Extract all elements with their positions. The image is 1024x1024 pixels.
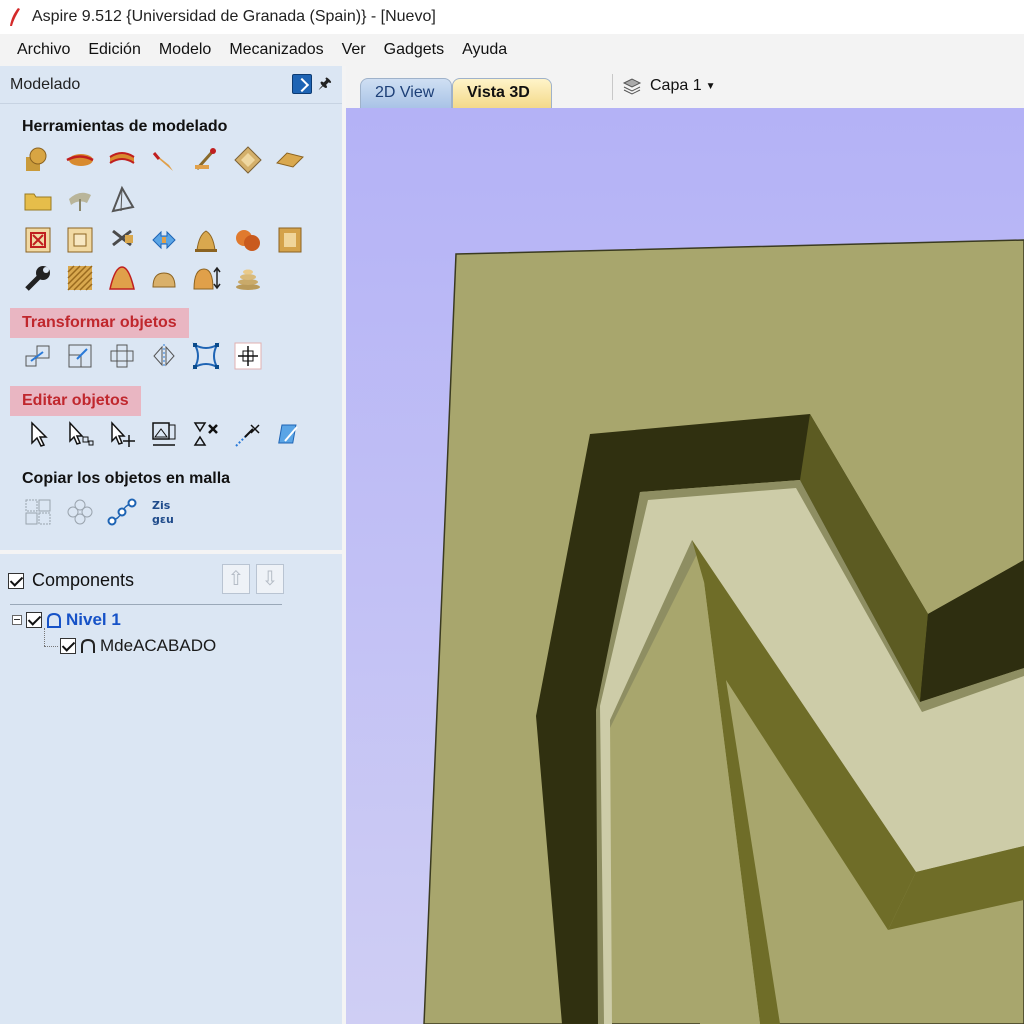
modeling-tools-heading: Herramientas de modelado: [22, 118, 228, 135]
clip-icon[interactable]: [148, 418, 180, 450]
dome-height-icon[interactable]: [190, 262, 222, 294]
panel-divider: [0, 550, 342, 554]
level-arch-icon: [47, 612, 61, 628]
components-visibility-checkbox[interactable]: [8, 572, 24, 589]
level-checkbox[interactable]: [26, 612, 42, 628]
node-edit-icon[interactable]: [64, 418, 96, 450]
component-checkbox[interactable]: [60, 638, 76, 654]
menu-ayuda[interactable]: Ayuda: [453, 37, 516, 63]
modeling-tools-row-4: [22, 262, 264, 294]
components-title: Components: [32, 570, 135, 590]
create-shape-icon[interactable]: [64, 184, 96, 216]
view-tab-bar: 2D View Vista 3D Capa 1 ▼: [346, 66, 1024, 108]
modeling-tools-row-2: [22, 184, 138, 216]
rotate-icon[interactable]: [106, 340, 138, 372]
modeling-panel: Modelado 🖈 Herramientas de modelado Tran…: [0, 66, 346, 1024]
modeling-tools-row-3: [22, 224, 306, 256]
dome-icon[interactable]: [106, 262, 138, 294]
tree-node-level[interactable]: Nivel 1: [12, 610, 121, 630]
layer-label: Capa 1: [650, 77, 702, 94]
menu-gadgets[interactable]: Gadgets: [375, 37, 453, 63]
flat-plane-icon[interactable]: [274, 144, 306, 176]
tree-connector-h: [44, 646, 58, 647]
tree-connector: [44, 628, 45, 646]
array-copy-heading: Copiar los objetos en malla: [22, 470, 231, 487]
dock-panel-icon[interactable]: [292, 74, 312, 94]
weave-icon[interactable]: [232, 144, 264, 176]
tab-2d-view[interactable]: 2D View: [360, 78, 452, 108]
mirror-icon[interactable]: [148, 224, 180, 256]
tree-node-component[interactable]: MdeACABADO: [60, 636, 216, 656]
components-separator: [10, 604, 282, 605]
spheres-icon[interactable]: [232, 224, 264, 256]
sweep-one-rail-icon[interactable]: [64, 144, 96, 176]
pyramid-icon[interactable]: [106, 184, 138, 216]
chevron-down-icon: ▼: [705, 80, 716, 92]
open-folder-icon[interactable]: [22, 184, 54, 216]
sculpt-icon[interactable]: [190, 144, 222, 176]
copy-along-path-icon[interactable]: [106, 496, 138, 528]
menu-bar: Archivo Edición Modelo Mecanizados Ver G…: [0, 34, 1024, 66]
array-copy-tools-row: Zis gɛu: [22, 496, 180, 528]
nesting-icon[interactable]: Zis gɛu: [148, 496, 180, 528]
menu-modelo[interactable]: Modelo: [150, 37, 220, 63]
center-icon[interactable]: [232, 340, 264, 372]
modeling-tools-row-1: [22, 144, 306, 176]
stacked-discs-icon[interactable]: [232, 262, 264, 294]
component-arch-icon: [81, 638, 95, 653]
transform-tools-row: [22, 340, 264, 372]
title-bar: Aspire 9.512 {Universidad de Granada (Sp…: [0, 0, 1024, 34]
delete-icon[interactable]: [190, 418, 222, 450]
texture-icon[interactable]: [64, 262, 96, 294]
circular-array-icon[interactable]: [64, 496, 96, 528]
menu-edicion[interactable]: Edición: [79, 37, 149, 63]
svg-text:Zis: Zis: [152, 499, 171, 512]
join-icon[interactable]: [274, 418, 306, 450]
move-down-arrow-icon[interactable]: ⇩: [256, 564, 284, 594]
transform-select-icon[interactable]: [106, 418, 138, 450]
transform-objects-heading: Transformar objetos: [10, 308, 189, 338]
grid-array-icon[interactable]: [22, 496, 54, 528]
scissors-icon[interactable]: [106, 224, 138, 256]
3d-viewport[interactable]: [346, 108, 1024, 1024]
shapes-icon[interactable]: [22, 144, 54, 176]
svg-text:gɛu: gɛu: [152, 513, 174, 526]
edit-objects-heading: Editar objetos: [10, 386, 141, 416]
collapse-icon[interactable]: [12, 615, 22, 625]
scale-icon[interactable]: [64, 340, 96, 372]
half-sphere-icon[interactable]: [148, 262, 180, 294]
move-icon[interactable]: [22, 340, 54, 372]
pin-icon[interactable]: 🖈: [318, 74, 332, 94]
select-icon[interactable]: [22, 418, 54, 450]
menu-mecanizados[interactable]: Mecanizados: [220, 37, 332, 63]
tab-3d-view[interactable]: Vista 3D: [452, 78, 552, 108]
menu-ver[interactable]: Ver: [333, 37, 375, 63]
panel-title: Modelado: [10, 75, 81, 93]
extrude-icon[interactable]: [148, 144, 180, 176]
components-header: Components: [8, 570, 134, 591]
square-component-icon[interactable]: [64, 224, 96, 256]
layer-dropdown[interactable]: Capa 1 ▼: [622, 76, 716, 96]
mirror-horizontal-icon[interactable]: [148, 340, 180, 372]
move-up-arrow-icon[interactable]: ⇧: [222, 564, 250, 594]
toolbar-separator: [612, 74, 613, 100]
component-label: MdeACABADO: [100, 636, 217, 655]
layers-icon: [622, 78, 642, 95]
distort-icon[interactable]: [190, 340, 222, 372]
panel-header: Modelado 🖈: [0, 66, 342, 104]
create-component-icon[interactable]: [22, 224, 54, 256]
wrench-icon[interactable]: [22, 262, 54, 294]
3d-model-render: [346, 108, 1024, 1024]
sweep-two-rail-icon[interactable]: [106, 144, 138, 176]
bell-shape-icon[interactable]: [190, 224, 222, 256]
menu-archivo[interactable]: Archivo: [8, 37, 79, 63]
frame-icon[interactable]: [274, 224, 306, 256]
level-label: Nivel 1: [66, 610, 121, 629]
edit-tools-row: [22, 418, 306, 450]
window-title: Aspire 9.512 {Universidad de Granada (Sp…: [32, 8, 436, 25]
aspire-logo-icon: [10, 8, 20, 26]
interactive-trim-icon[interactable]: [232, 418, 264, 450]
